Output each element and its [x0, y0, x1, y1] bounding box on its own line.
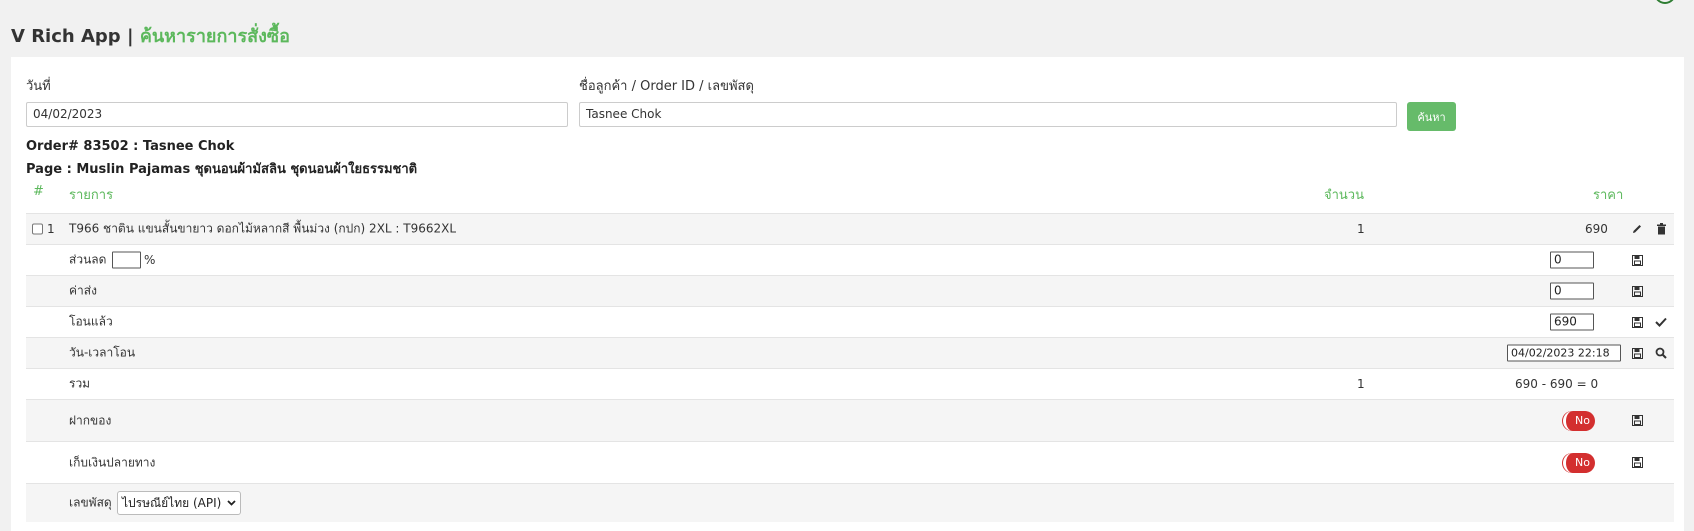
table-row-item: 1 T966 ชาติน แขนสั้นขายาว ดอกไม้หลากสี พ…	[26, 213, 1674, 244]
chevron-down-icon	[227, 500, 236, 506]
floppy-disk-icon[interactable]	[1630, 253, 1644, 267]
discount-percent-input[interactable]	[112, 251, 141, 269]
trash-icon[interactable]	[1654, 222, 1668, 236]
tracking-label: เลขพัสดุ	[69, 495, 112, 510]
item-price: 690	[1585, 222, 1608, 236]
item-checkbox[interactable]	[32, 223, 43, 235]
item-name: T966 ชาติน แขนสั้นขายาว ดอกไม้หลากสี พื้…	[69, 221, 457, 236]
title-separator: |	[126, 26, 134, 47]
total-label: รวม	[69, 376, 91, 391]
transfer-time-input[interactable]: 04/02/2023 22:18	[1507, 344, 1621, 362]
checkmark-icon[interactable]	[1654, 315, 1668, 329]
order-page: Page : Muslin Pajamas ชุดนอนผ้ามัสลิน ชุ…	[26, 162, 418, 177]
table-row-discount: ส่วนลด % 0	[26, 244, 1674, 275]
table-row-transfer-time: วัน-เวลาโอน 04/02/2023 22:18	[26, 337, 1674, 368]
floppy-disk-icon[interactable]	[1630, 414, 1644, 428]
item-index: 1	[47, 222, 55, 236]
table-row-total: รวม 1 690 - 690 = 0	[26, 368, 1674, 399]
paid-amount-input[interactable]: 690	[1550, 313, 1594, 331]
cod-toggle[interactable]: No	[1563, 452, 1595, 473]
floppy-disk-icon[interactable]	[1630, 456, 1644, 470]
total-formula: 690 - 690 = 0	[1515, 377, 1599, 391]
magnifier-icon[interactable]	[1654, 346, 1668, 360]
page-title: ค้นหารายการสั่งซื้อ	[139, 26, 290, 47]
transfer-time-label: วัน-เวลาโอน	[69, 345, 136, 360]
query-label: ชื่อลูกค้า / Order ID / เลขพัสดุ	[579, 79, 754, 94]
floppy-disk-icon[interactable]	[1630, 346, 1644, 360]
query-input[interactable]: Tasnee Chok	[579, 102, 1397, 127]
discount-amount-input[interactable]: 0	[1550, 251, 1594, 269]
search-button[interactable]: ค้นหา	[1407, 102, 1456, 131]
item-qty: 1	[1357, 222, 1365, 236]
order-number: Order# 83502 : Tasnee Chok	[26, 139, 235, 154]
date-input[interactable]: 04/02/2023	[26, 102, 568, 127]
col-qty: จำนวน	[1324, 188, 1364, 203]
order-search-panel: วันที่ 04/02/2023 ชื่อลูกค้า / Order ID …	[11, 57, 1684, 531]
table-row-shipping: ค่าส่ง 0	[26, 275, 1674, 306]
discount-percent-sign: %	[144, 253, 156, 267]
shipping-amount-input[interactable]: 0	[1550, 282, 1594, 300]
table-header: # รายการ จำนวน ราคา	[26, 180, 1674, 206]
carrier-select-value: ไปรษณีย์ไทย (API)	[122, 495, 222, 510]
deposit-toggle[interactable]: No	[1563, 410, 1595, 431]
cod-label: เก็บเงินปลายทาง	[69, 455, 156, 469]
paid-label: โอนแล้ว	[69, 314, 113, 329]
table-row-cod: เก็บเงินปลายทาง No	[26, 441, 1674, 483]
deposit-label: ฝากของ	[69, 413, 112, 427]
floppy-disk-icon[interactable]	[1630, 284, 1644, 298]
discount-label: ส่วนลด	[69, 252, 107, 267]
user-avatar[interactable]	[1654, 0, 1676, 4]
floppy-disk-icon[interactable]	[1630, 315, 1644, 329]
app-name: V Rich App	[11, 26, 121, 47]
table-row-tracking: เลขพัสดุ ไปรษณีย์ไทย (API)	[26, 483, 1674, 522]
total-qty: 1	[1357, 377, 1365, 391]
table-row-paid: โอนแล้ว 690	[26, 306, 1674, 337]
date-label: วันที่	[26, 79, 51, 94]
table-row-deposit: ฝากของ No	[26, 399, 1674, 441]
col-item: รายการ	[69, 188, 114, 203]
col-num: #	[33, 184, 44, 199]
pencil-icon[interactable]	[1630, 222, 1644, 236]
carrier-select[interactable]: ไปรษณีย์ไทย (API)	[117, 491, 242, 515]
col-price: ราคา	[1593, 188, 1624, 203]
shipping-label: ค่าส่ง	[69, 283, 97, 298]
page-header: V Rich App | ค้นหารายการสั่งซื้อ	[11, 21, 290, 50]
